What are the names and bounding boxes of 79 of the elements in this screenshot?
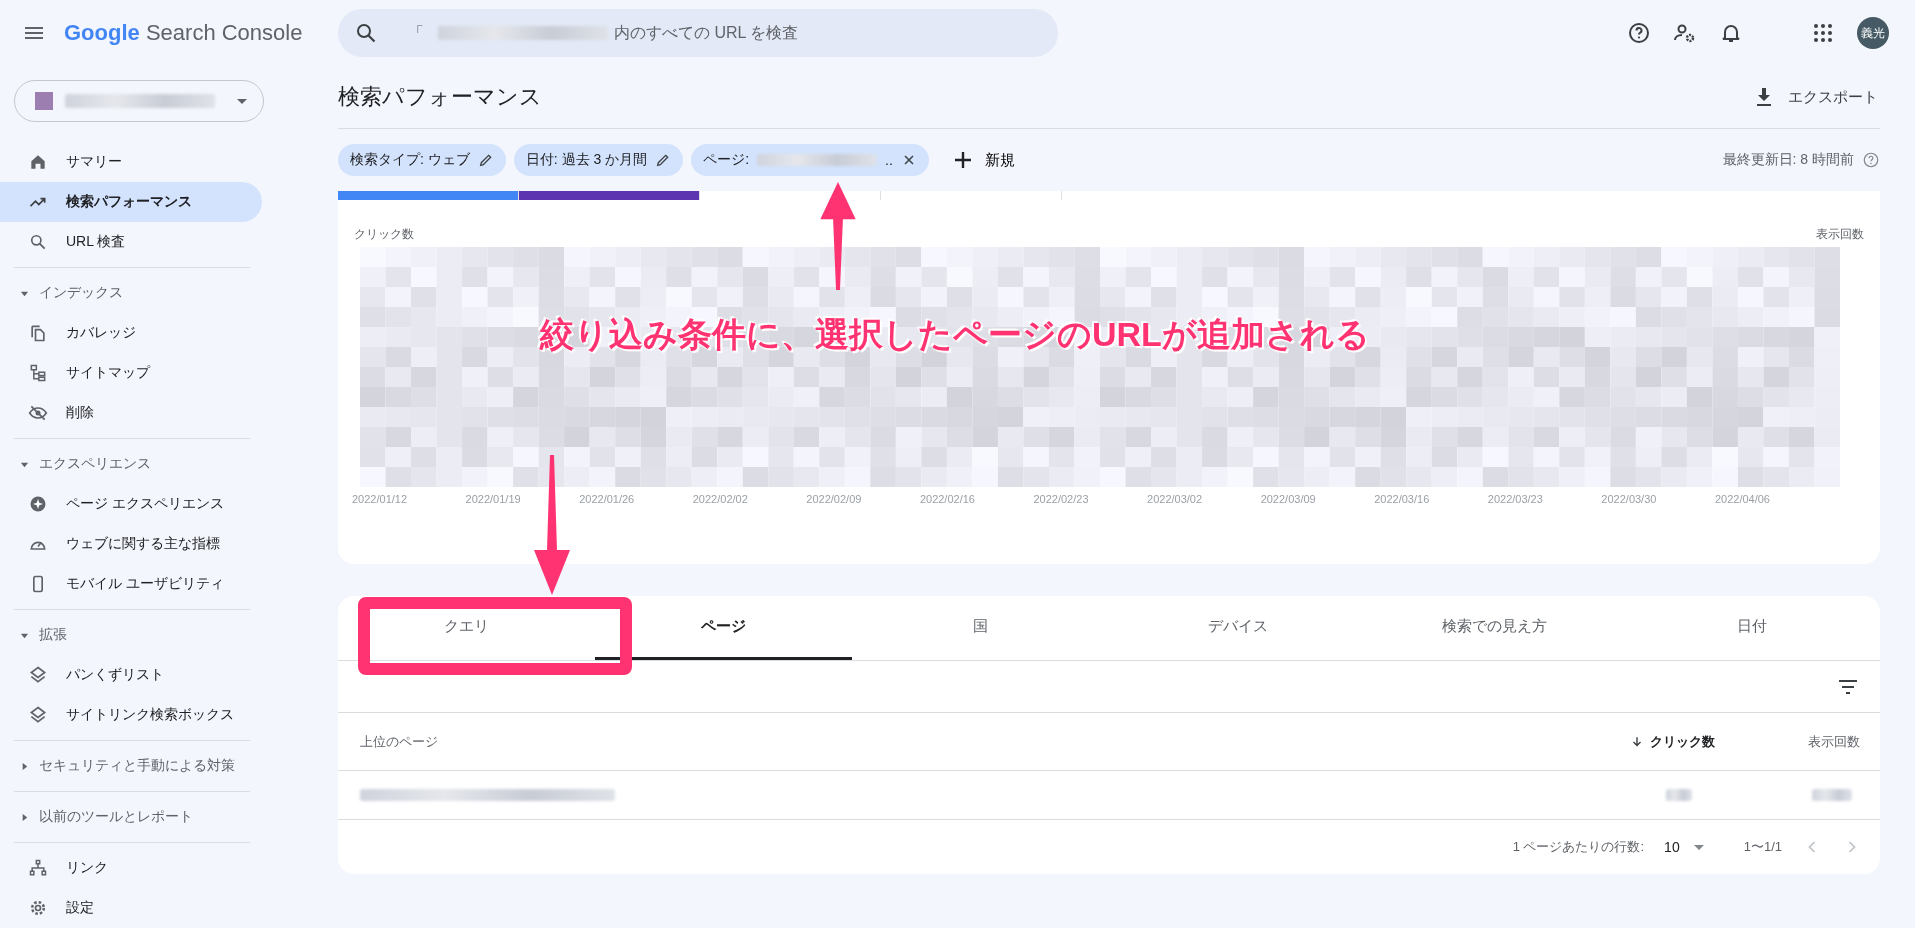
sidebar-item[interactable]: ページ エクスペリエンス (0, 484, 262, 524)
page-range-text: 1〜1/1 (1743, 838, 1782, 856)
search-quote: 「 (408, 22, 424, 43)
dimension-tab[interactable]: ページ (595, 596, 852, 660)
sidebar-item[interactable]: URL 検査 (0, 222, 262, 262)
filter-chip[interactable]: 検索タイプ: ウェブ (338, 144, 506, 176)
sidebar-item[interactable]: モバイル ユーザビリティ (0, 564, 262, 604)
search-icon (28, 232, 48, 252)
search-console-logo[interactable]: Google Search Console (64, 20, 303, 46)
account-avatar[interactable]: 義光 (1857, 17, 1889, 49)
sidebar-item[interactable]: カバレッジ (0, 313, 262, 353)
link-hierarchy-icon (28, 858, 48, 878)
export-button[interactable]: エクスポート (1750, 79, 1880, 115)
blurred-text (1812, 789, 1852, 801)
pencil-icon[interactable] (477, 152, 494, 168)
axis-label: 2022/03/09 (1260, 493, 1316, 505)
url-inspection-search-field[interactable]: 「 内のすべての URL を検査 (338, 9, 1058, 57)
sidebar-item[interactable]: 設定 (0, 888, 262, 928)
sidebar-section-header[interactable]: エクスペリエンス (0, 444, 262, 484)
help-icon[interactable] (1627, 21, 1651, 45)
sidebar-item[interactable]: ウェブに関する主な指標 (0, 524, 262, 564)
apps-grid-icon[interactable] (1811, 21, 1835, 45)
expand-arrow-icon (20, 761, 29, 771)
dimension-tab[interactable]: 国 (852, 596, 1109, 660)
axis-label: 2022/03/16 (1374, 493, 1430, 505)
dimension-tab[interactable]: デバイス (1109, 596, 1366, 660)
dropdown-caret-icon (1693, 844, 1704, 850)
layers-icon (28, 665, 48, 685)
rows-per-page-label: 1 ページあたりの行数: (1512, 838, 1645, 856)
axis-label: 2022/04/06 (1714, 493, 1770, 505)
dimension-tab[interactable]: クエリ (338, 596, 595, 660)
axis-label: 2022/03/23 (1487, 493, 1543, 505)
rows-per-page-select[interactable]: 10 (1664, 839, 1704, 855)
sort-down-arrow-icon (1630, 734, 1644, 749)
search-icon (354, 21, 378, 45)
axis-label: 2022/01/26 (579, 493, 635, 505)
sidebar-item[interactable]: 検索パフォーマンス (0, 182, 262, 222)
blurred-text (1666, 789, 1692, 801)
axis-label: 2022/02/23 (1033, 493, 1089, 505)
axis-label: 2022/01/19 (465, 493, 521, 505)
axis-label: 2022/03/30 (1601, 493, 1657, 505)
axis-title: 表示回数 (1816, 226, 1864, 243)
sidebar-section-header[interactable]: セキュリティと手動による対策 (0, 746, 262, 786)
hidden-eye-icon (28, 403, 48, 423)
expand-arrow-icon (20, 812, 29, 822)
new-filter-button[interactable]: 新規 (946, 144, 1019, 176)
axis-title: クリック数 (354, 226, 414, 243)
column-header[interactable]: クリック数 (1630, 732, 1750, 751)
axis-label: 2022/02/09 (806, 493, 862, 505)
page-experience-icon (28, 494, 48, 514)
sidebar-section-header[interactable]: 拡張 (0, 615, 262, 655)
axis-label: 2022/01/12 (352, 493, 408, 505)
dimension-tab[interactable]: 検索での見え方 (1366, 596, 1623, 660)
sidebar-section-header[interactable]: インデックス (0, 273, 262, 313)
sidebar-item[interactable]: リンク (0, 848, 262, 888)
sidebar-item[interactable]: パンくずリスト (0, 655, 262, 695)
last-updated-text: 最終更新日: 8 時間前 (1722, 151, 1854, 169)
column-header[interactable]: 上位のページ (360, 732, 1630, 751)
sitemap-icon (28, 363, 48, 383)
filter-chip[interactable]: 日付: 過去 3 か月間 (513, 144, 684, 176)
axis-label: 2022/03/02 (1147, 493, 1203, 505)
property-favicon-icon (35, 92, 53, 110)
layers-icon (28, 705, 48, 725)
sidebar-section-header[interactable]: 以前のツールとレポート (0, 797, 262, 837)
sidebar-item[interactable]: 削除 (0, 393, 262, 433)
sidebar-item[interactable]: サイトリンク検索ボックス (0, 695, 262, 735)
sidebar-item[interactable]: サマリー (0, 142, 262, 182)
search-placeholder: 内のすべての URL を検査 (614, 22, 799, 43)
sidebar-item[interactable]: サイトマップ (0, 353, 262, 393)
filter-chip[interactable]: ページ: .. (691, 144, 929, 176)
dropdown-caret-icon (237, 98, 247, 104)
page-title: 検索パフォーマンス (338, 83, 542, 111)
axis-label: 2022/02/16 (919, 493, 975, 505)
pages-icon (28, 323, 48, 343)
dimension-tab[interactable]: 日付 (1623, 596, 1880, 660)
column-header[interactable]: 表示回数 (1750, 732, 1860, 751)
axis-label: 2022/02/02 (692, 493, 748, 505)
annotation-callout-text: 絞り込み条件に、選択したページのURLが追加される (540, 314, 1370, 355)
settings-icon (28, 898, 48, 918)
